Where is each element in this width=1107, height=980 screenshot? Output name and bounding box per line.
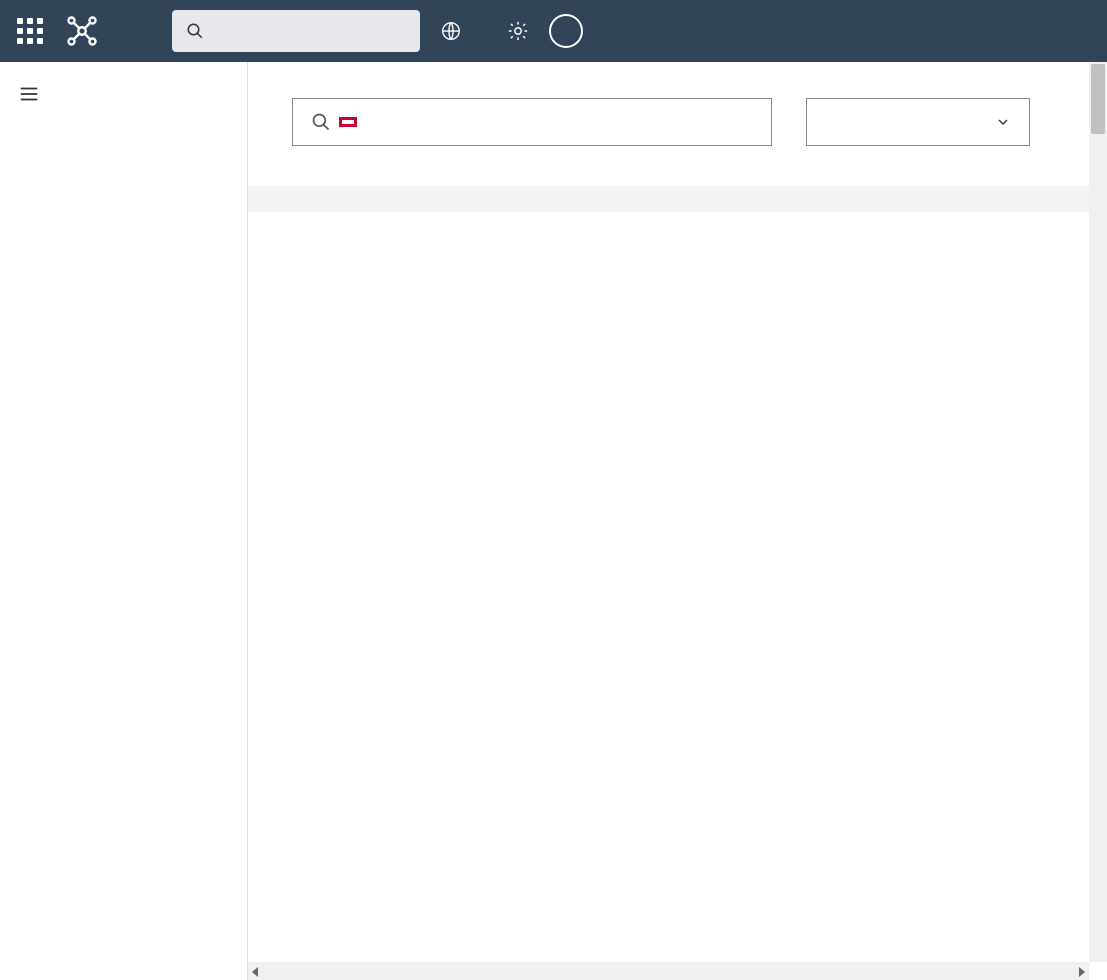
scroll-thumb[interactable] — [1091, 64, 1105, 134]
chevron-down-icon — [995, 114, 1011, 130]
app-launcher-button[interactable] — [10, 11, 50, 51]
settings-icon[interactable] — [507, 20, 529, 42]
hamburger-icon — [18, 83, 40, 105]
brand-logo-icon — [64, 13, 100, 49]
header-search-box[interactable] — [172, 10, 420, 52]
search-icon — [311, 112, 331, 132]
horizontal-scrollbar[interactable] — [248, 962, 1089, 980]
vertical-scrollbar[interactable] — [1089, 62, 1107, 962]
template-search-box[interactable] — [292, 98, 772, 146]
environment-picker[interactable] — [440, 20, 474, 42]
app-header — [0, 0, 1107, 62]
user-avatar[interactable] — [549, 14, 583, 48]
brand — [64, 13, 110, 49]
search-icon — [186, 22, 204, 40]
search-value — [339, 117, 357, 127]
globe-icon — [440, 20, 462, 42]
waffle-icon — [17, 18, 43, 44]
sidebar — [0, 62, 248, 980]
sort-dropdown[interactable] — [806, 98, 1030, 146]
hamburger-button[interactable] — [0, 70, 247, 118]
main-content — [248, 62, 1107, 980]
